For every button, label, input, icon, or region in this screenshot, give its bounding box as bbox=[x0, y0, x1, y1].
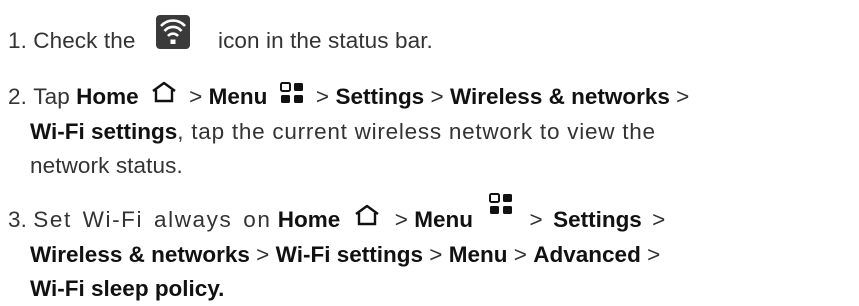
step-1-number: 1. bbox=[8, 27, 27, 53]
step-3-advanced: Advanced bbox=[533, 242, 641, 267]
step-2-network-status: network status. bbox=[30, 153, 183, 178]
step-3-sep-3: > bbox=[652, 207, 666, 232]
step-3-sep-7: > bbox=[647, 242, 661, 267]
step-2-sep-3: > bbox=[430, 84, 444, 109]
step-2-sep-2: > bbox=[315, 84, 330, 109]
step-3-number: 3. bbox=[8, 207, 27, 232]
step-3-menu-2: Menu bbox=[448, 242, 508, 267]
step-3-sep-4: > bbox=[256, 242, 270, 267]
menu-grid-icon bbox=[489, 193, 513, 221]
step-2-number: 2. bbox=[8, 84, 27, 109]
step-3-line-3: Wi-Fi sleep policy. bbox=[30, 276, 224, 302]
step-3-line-1: 3. Set Wi-Fi always on Home > Menu > Set… bbox=[8, 193, 666, 235]
step-2-menu: Menu bbox=[208, 84, 268, 109]
step-3-wifi-settings: Wi-Fi settings bbox=[275, 242, 423, 267]
instruction-document: 1. Check the icon in the status bar. 2. … bbox=[0, 0, 859, 306]
step-3-sep-5: > bbox=[429, 242, 443, 267]
step-3-set-wifi: Set Wi-Fi always on bbox=[33, 207, 272, 232]
step-1-text-a: Check the bbox=[33, 27, 136, 53]
step-2-line-2: Wi-Fi settings, tap the current wireless… bbox=[30, 119, 656, 145]
wifi-status-icon bbox=[155, 15, 190, 55]
step-3-sep-6: > bbox=[513, 242, 528, 267]
step-3-line-2: Wireless & networks > Wi-Fi settings > M… bbox=[30, 242, 660, 268]
step-3-home: Home bbox=[277, 207, 341, 232]
step-2-sep-1: > bbox=[189, 84, 203, 109]
step-2-line-1: 2. Tap Home > Menu > Settings > Wireless… bbox=[8, 81, 857, 112]
menu-grid-icon bbox=[279, 82, 304, 110]
home-icon bbox=[151, 81, 177, 109]
step-2-tap: Tap bbox=[33, 84, 70, 109]
step-2-wifi-settings: Wi-Fi settings bbox=[30, 119, 178, 144]
step-3-sep-1: > bbox=[394, 207, 408, 232]
step-2-settings: Settings bbox=[335, 84, 425, 109]
step-3-sep-2: > bbox=[529, 207, 543, 232]
step-2-home: Home bbox=[76, 84, 139, 109]
step-3-sleep-policy: Wi-Fi sleep policy. bbox=[30, 276, 225, 301]
step-2-line-3: network status. bbox=[30, 153, 183, 179]
step-3-menu: Menu bbox=[414, 207, 474, 232]
step-2-wireless: Wireless & networks bbox=[449, 84, 670, 109]
step-1: 1. Check the icon in the status bar. bbox=[8, 15, 433, 62]
step-2-sep-4: > bbox=[676, 84, 690, 109]
home-icon bbox=[354, 204, 380, 232]
step-2-tap-current: , tap the current wireless network to vi… bbox=[177, 119, 656, 144]
step-3-settings: Settings bbox=[553, 207, 642, 232]
step-3-wireless: Wireless & networks bbox=[30, 242, 250, 267]
step-1-text-b: icon in the status bar. bbox=[217, 27, 433, 53]
